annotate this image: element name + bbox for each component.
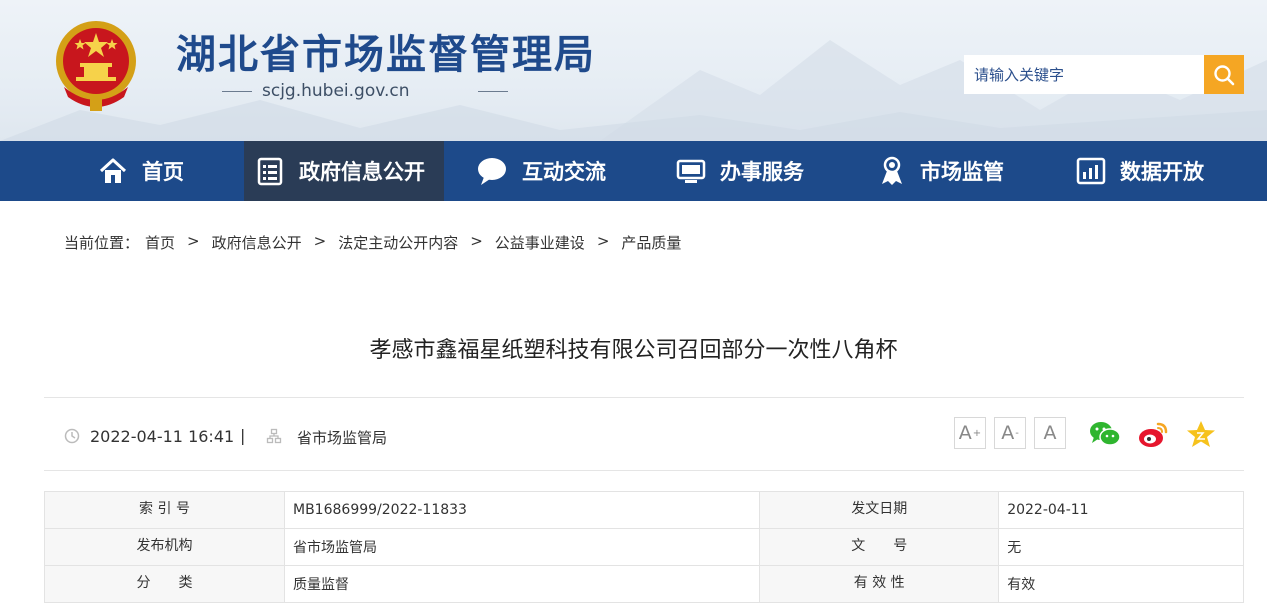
font-decrease-label: A <box>1001 422 1015 444</box>
document-list-icon <box>257 157 283 186</box>
breadcrumb-link-home[interactable]: 首页 <box>145 232 175 253</box>
nav-item-home[interactable]: 首页 <box>98 141 184 201</box>
domain-right-line <box>478 91 508 92</box>
publisher-value: 省市场监管局 <box>283 528 761 566</box>
nav-label-interaction: 互动交流 <box>522 160 606 184</box>
search-icon <box>1214 64 1235 85</box>
nav-item-services[interactable]: 办事服务 <box>676 141 804 201</box>
font-reset-button[interactable]: A <box>1034 417 1066 449</box>
font-decrease-sign: - <box>1015 427 1019 439</box>
breadcrumb-link-gov-info[interactable]: 政府信息公开 <box>212 232 302 253</box>
document-info-table: 索 引 号 MB1686999/2022-11833 发文日期 2022-04-… <box>44 491 1244 603</box>
issue-date-label: 发文日期 <box>759 491 1000 529</box>
category-value: 质量监督 <box>283 565 761 603</box>
breadcrumb-separator: > <box>596 232 610 250</box>
breadcrumb-prefix: 当前位置： <box>64 234 140 252</box>
nav-label-services: 办事服务 <box>720 160 804 184</box>
breadcrumb-link-statutory[interactable]: 法定主动公开内容 <box>338 232 458 253</box>
weibo-icon[interactable] <box>1136 418 1170 450</box>
publish-source: 省市场监管局 <box>297 429 388 447</box>
clock-icon <box>64 428 80 444</box>
font-increase-button[interactable]: A + <box>954 417 986 449</box>
site-domain: scjg.hubei.gov.cn <box>262 81 410 101</box>
nav-item-open-data[interactable]: 数据开放 <box>1076 141 1204 201</box>
wechat-icon[interactable] <box>1088 418 1122 450</box>
validity-label: 有 效 性 <box>759 565 1000 603</box>
font-increase-label: A <box>958 422 972 444</box>
nav-item-gov-info[interactable]: 政府信息公开 <box>244 141 444 201</box>
article-meta-bar: 2022-04-11 16:41 | 省市场监管局 A + A- A <box>44 397 1244 471</box>
breadcrumb-separator: > <box>313 232 327 250</box>
breadcrumb-link-public-welfare[interactable]: 公益事业建设 <box>495 232 585 253</box>
document-number-value: 无 <box>998 528 1244 566</box>
domain-left-line <box>222 91 252 92</box>
font-increase-sign: + <box>972 427 982 439</box>
table-row: 发布机构 省市场监管局 文 号 无 <box>44 528 1244 566</box>
nav-item-market-supervision[interactable]: 市场监管 <box>878 141 1004 201</box>
table-row: 索 引 号 MB1686999/2022-11833 发文日期 2022-04-… <box>44 491 1244 529</box>
breadcrumb: 当前位置： 首页 > 政府信息公开 > 法定主动公开内容 > 公益事业建设 > … <box>64 232 681 253</box>
site-header: 湖北省市场监督管理局 scjg.hubei.gov.cn <box>0 0 1267 141</box>
index-number-label: 索 引 号 <box>44 491 285 529</box>
breadcrumb-link-product-quality[interactable]: 产品质量 <box>621 232 681 253</box>
bar-chart-icon <box>1076 157 1106 185</box>
home-icon <box>99 158 127 183</box>
nav-item-interaction[interactable]: 互动交流 <box>476 141 606 201</box>
category-label: 分 类 <box>44 565 285 603</box>
meta-divider: | <box>240 426 246 445</box>
index-number-value: MB1686999/2022-11833 <box>283 491 761 529</box>
favorite-star-icon[interactable] <box>1184 418 1218 450</box>
national-emblem-logo <box>56 21 136 111</box>
validity-value: 有效 <box>998 565 1244 603</box>
chat-bubble-icon <box>478 158 506 185</box>
nav-label-open-data: 数据开放 <box>1120 160 1204 184</box>
document-number-label: 文 号 <box>759 528 1000 566</box>
font-decrease-button[interactable]: A- <box>994 417 1026 449</box>
main-nav: 首页 政府信息公开 互动交流 办事服务 市场监管 数据开放 <box>0 141 1267 201</box>
organization-icon <box>266 428 282 444</box>
site-title: 湖北省市场监督管理局 <box>176 31 596 78</box>
publish-date: 2022-04-11 16:41 <box>90 427 235 446</box>
inspector-icon <box>882 156 902 185</box>
table-row: 分 类 质量监督 有 效 性 有效 <box>44 565 1244 603</box>
breadcrumb-separator: > <box>187 232 200 250</box>
search-input[interactable] <box>964 55 1204 94</box>
publisher-label: 发布机构 <box>44 528 285 566</box>
nav-label-market-supervision: 市场监管 <box>920 160 1004 184</box>
nav-label-gov-info: 政府信息公开 <box>299 160 425 184</box>
article-title: 孝感市鑫福星纸塑科技有限公司召回部分一次性八角杯 <box>369 338 898 363</box>
issue-date-value: 2022-04-11 <box>998 491 1244 529</box>
nav-label-home: 首页 <box>142 160 184 184</box>
monitor-icon <box>676 159 706 183</box>
breadcrumb-separator: > <box>470 232 483 250</box>
font-reset-label: A <box>1043 422 1057 444</box>
search-button[interactable] <box>1204 55 1244 94</box>
